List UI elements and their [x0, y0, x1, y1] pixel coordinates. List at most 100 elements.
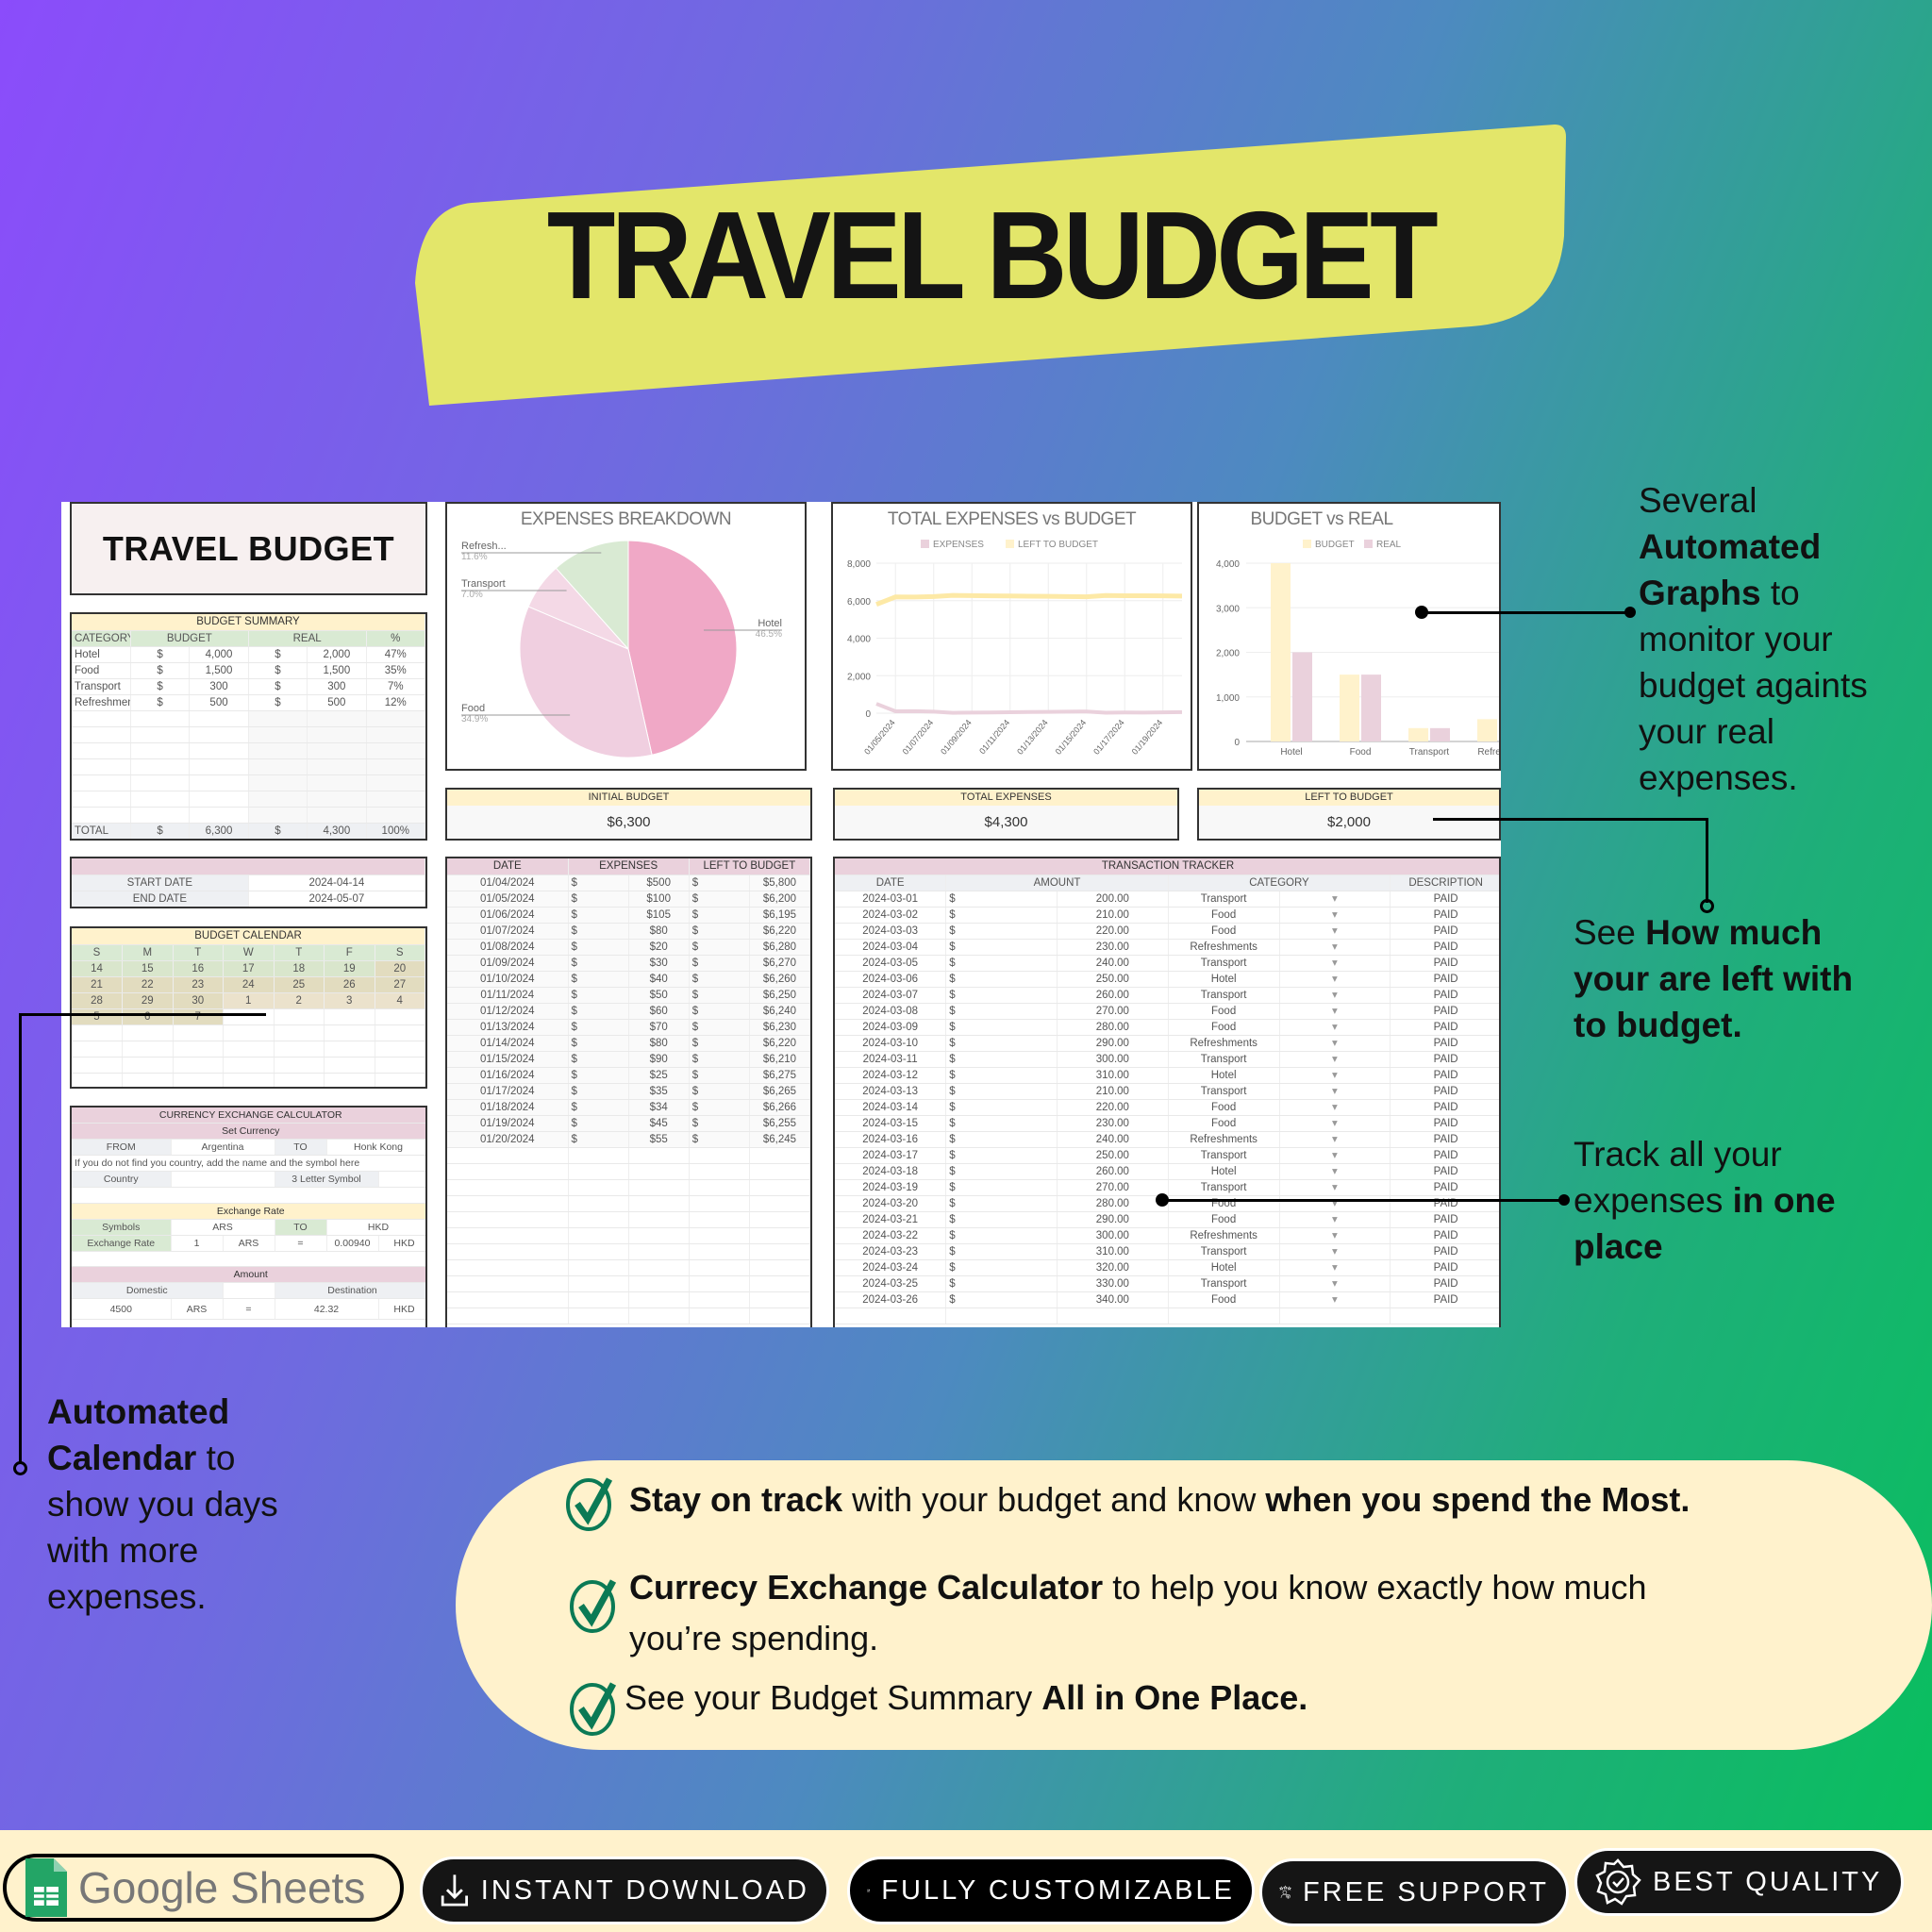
cell[interactable]: $25 — [628, 1067, 690, 1084]
cell[interactable]: 01/05/2024 — [447, 891, 569, 908]
cell[interactable]: 290.00 — [1057, 1211, 1169, 1228]
description[interactable]: PAID — [1390, 1147, 1499, 1164]
description[interactable]: PAID — [1390, 1275, 1499, 1292]
cell[interactable]: 2024-03-04 — [835, 939, 947, 956]
cell[interactable]: 01/18/2024 — [447, 1099, 569, 1116]
cell[interactable]: 2024-03-06 — [835, 971, 947, 988]
cell[interactable]: 300.00 — [1057, 1051, 1169, 1068]
description[interactable]: PAID — [1390, 1227, 1499, 1244]
domestic-value[interactable]: 4500 — [72, 1298, 172, 1320]
calendar-day[interactable]: 23 — [173, 976, 224, 993]
cell[interactable]: 2024-03-12 — [835, 1067, 947, 1084]
dropdown-arrow-icon[interactable]: ▾ — [1279, 1291, 1391, 1308]
cell[interactable]: 280.00 — [1057, 1195, 1169, 1212]
cell[interactable]: 240.00 — [1057, 955, 1169, 972]
cell[interactable]: 2024-03-01 — [835, 891, 947, 908]
description[interactable]: PAID — [1390, 923, 1499, 940]
dropdown-arrow-icon[interactable]: ▾ — [1279, 1019, 1391, 1036]
dropdown-arrow-icon[interactable]: ▾ — [1279, 1083, 1391, 1100]
cell[interactable]: 210.00 — [1057, 907, 1169, 924]
calendar-day[interactable]: 24 — [223, 976, 275, 993]
cell[interactable]: 01/19/2024 — [447, 1115, 569, 1132]
description[interactable]: PAID — [1390, 1003, 1499, 1020]
dropdown-arrow-icon[interactable]: ▾ — [1279, 1195, 1391, 1212]
cell[interactable]: 2024-03-03 — [835, 923, 947, 940]
category-select[interactable]: Food — [1168, 1211, 1280, 1228]
cell[interactable]: 2024-03-07 — [835, 987, 947, 1004]
cell[interactable]: $30 — [628, 955, 690, 972]
description[interactable]: PAID — [1390, 1259, 1499, 1276]
description[interactable]: PAID — [1390, 1051, 1499, 1068]
category-select[interactable]: Food — [1168, 1003, 1280, 1020]
category-select[interactable]: Transport — [1168, 955, 1280, 972]
cell[interactable]: 2024-03-21 — [835, 1211, 947, 1228]
dropdown-arrow-icon[interactable]: ▾ — [1279, 891, 1391, 908]
cell[interactable]: 270.00 — [1057, 1179, 1169, 1196]
cell[interactable]: 2024-03-16 — [835, 1131, 947, 1148]
cell[interactable]: 2024-03-08 — [835, 1003, 947, 1020]
cell[interactable]: 1,500 — [189, 662, 249, 679]
calendar-day[interactable]: 4 — [375, 992, 425, 1009]
description[interactable]: PAID — [1390, 1035, 1499, 1052]
category-select[interactable]: Hotel — [1168, 1163, 1280, 1180]
dropdown-arrow-icon[interactable]: ▾ — [1279, 939, 1391, 956]
cell[interactable]: 2024-03-19 — [835, 1179, 947, 1196]
cell[interactable]: 2024-03-22 — [835, 1227, 947, 1244]
category-select[interactable]: Hotel — [1168, 971, 1280, 988]
description[interactable]: PAID — [1390, 955, 1499, 972]
category-select[interactable]: Transport — [1168, 1243, 1280, 1260]
calendar-day[interactable] — [274, 1008, 325, 1025]
dropdown-arrow-icon[interactable]: ▾ — [1279, 1115, 1391, 1132]
cell[interactable]: 2024-03-10 — [835, 1035, 947, 1052]
cell[interactable]: 300.00 — [1057, 1227, 1169, 1244]
cell[interactable]: 240.00 — [1057, 1131, 1169, 1148]
cell[interactable]: 310.00 — [1057, 1067, 1169, 1084]
dropdown-arrow-icon[interactable]: ▾ — [1279, 1163, 1391, 1180]
cell[interactable]: $40 — [628, 971, 690, 988]
dropdown-arrow-icon[interactable]: ▾ — [1279, 1275, 1391, 1292]
dropdown-arrow-icon[interactable]: ▾ — [1279, 1035, 1391, 1052]
to[interactable]: Honk Kong — [326, 1139, 425, 1156]
calendar-day[interactable] — [375, 1008, 425, 1025]
cell[interactable]: $90 — [628, 1051, 690, 1068]
cell[interactable]: 01/10/2024 — [447, 971, 569, 988]
category-select[interactable]: Transport — [1168, 891, 1280, 908]
calendar-day[interactable]: 26 — [324, 976, 375, 993]
dropdown-arrow-icon[interactable]: ▾ — [1279, 1259, 1391, 1276]
dropdown-arrow-icon[interactable]: ▾ — [1279, 923, 1391, 940]
cell[interactable]: 260.00 — [1057, 987, 1169, 1004]
cell[interactable]: 2024-03-25 — [835, 1275, 947, 1292]
cell[interactable]: 270.00 — [1057, 1003, 1169, 1020]
cell[interactable]: 2024-03-11 — [835, 1051, 947, 1068]
category-select[interactable]: Food — [1168, 1019, 1280, 1036]
calendar-day[interactable]: 18 — [274, 960, 325, 977]
dropdown-arrow-icon[interactable]: ▾ — [1279, 907, 1391, 924]
cell[interactable]: $20 — [628, 939, 690, 956]
cell[interactable]: $34 — [628, 1099, 690, 1116]
cell[interactable]: 500 — [189, 694, 249, 711]
category-select[interactable]: Transport — [1168, 1179, 1280, 1196]
cell[interactable]: 260.00 — [1057, 1163, 1169, 1180]
dropdown-arrow-icon[interactable]: ▾ — [1279, 955, 1391, 972]
cell[interactable]: 2024-03-09 — [835, 1019, 947, 1036]
cell[interactable]: 01/13/2024 — [447, 1019, 569, 1036]
cell[interactable]: $70 — [628, 1019, 690, 1036]
calendar-day[interactable]: 2 — [274, 992, 325, 1009]
calendar-day[interactable]: 17 — [223, 960, 275, 977]
category-select[interactable]: Food — [1168, 1115, 1280, 1132]
calendar-day[interactable]: 30 — [173, 992, 224, 1009]
cell[interactable]: 01/20/2024 — [447, 1131, 569, 1148]
cell[interactable]: 01/16/2024 — [447, 1067, 569, 1084]
from[interactable]: Argentina — [171, 1139, 275, 1156]
description[interactable]: PAID — [1390, 1115, 1499, 1132]
calendar-day[interactable]: 3 — [324, 992, 375, 1009]
description[interactable]: PAID — [1390, 1243, 1499, 1260]
calendar-day[interactable]: 7 — [173, 1008, 224, 1025]
calendar-day[interactable] — [324, 1008, 375, 1025]
cell[interactable]: $100 — [628, 891, 690, 908]
cell[interactable]: 2024-03-24 — [835, 1259, 947, 1276]
cell[interactable]: 2024-03-17 — [835, 1147, 947, 1164]
cell[interactable]: 210.00 — [1057, 1083, 1169, 1100]
cell[interactable]: $80 — [628, 1035, 690, 1052]
cell[interactable]: 330.00 — [1057, 1275, 1169, 1292]
